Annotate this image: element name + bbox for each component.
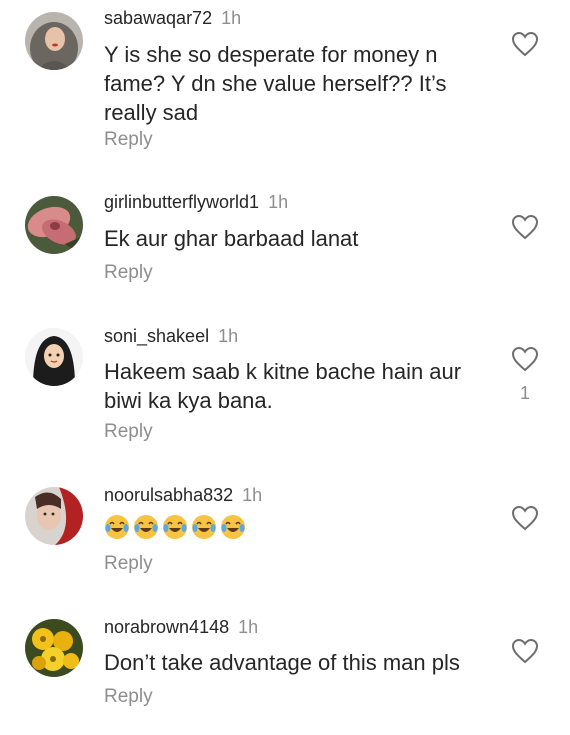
timestamp: 1h (242, 485, 263, 505)
user-avatar[interactable] (25, 328, 83, 386)
emoji-row (104, 514, 246, 540)
woman-hijab-avatar-icon (25, 12, 83, 70)
reply-button[interactable]: Reply (104, 553, 153, 575)
tears-of-joy-emoji-icon (133, 514, 159, 540)
heart-outline-icon[interactable] (511, 31, 539, 57)
user-avatar[interactable] (25, 196, 83, 254)
user-avatar[interactable] (25, 619, 83, 677)
reply-button[interactable]: Reply (104, 686, 153, 708)
timestamp: 1h (238, 617, 259, 637)
reply-button[interactable]: Reply (104, 129, 153, 151)
heart-outline-icon[interactable] (511, 214, 539, 240)
user-avatar[interactable] (25, 12, 83, 70)
comment-meta: sabawaqar72 1h (104, 8, 241, 29)
comment-meta: noorulsabha832 1h (104, 485, 262, 506)
comment-meta: girlinbutterflyworld1 1h (104, 192, 288, 213)
username[interactable]: noorulsabha832 (104, 485, 233, 505)
timestamp: 1h (221, 8, 242, 28)
username[interactable]: sabawaqar72 (104, 8, 212, 28)
heart-outline-icon[interactable] (511, 505, 539, 531)
hijab-cartoon-avatar-icon (25, 328, 83, 386)
comment-text: Y is she so desperate for money n fame? … (104, 42, 447, 125)
flower-avatar-icon (25, 196, 83, 254)
timestamp: 1h (268, 192, 289, 212)
reply-button[interactable]: Reply (104, 421, 153, 443)
like-count[interactable]: 1 (518, 383, 532, 404)
comment-text: Hakeem saab k kitne bache hain aur biwi … (104, 359, 462, 413)
tears-of-joy-emoji-icon (191, 514, 217, 540)
username[interactable]: girlinbutterflyworld1 (104, 192, 259, 212)
woman-red-avatar-icon (25, 487, 83, 545)
comment-text: Ek aur ghar barbaad lanat (104, 226, 359, 251)
username[interactable]: soni_shakeel (104, 326, 209, 346)
comment-meta: norabrown4148 1h (104, 617, 258, 638)
timestamp: 1h (218, 326, 239, 346)
tears-of-joy-emoji-icon (104, 514, 130, 540)
comment-text: Don’t take advantage of this man pls (104, 650, 460, 675)
tears-of-joy-emoji-icon (220, 514, 246, 540)
username[interactable]: norabrown4148 (104, 617, 229, 637)
heart-outline-icon[interactable] (511, 638, 539, 664)
user-avatar[interactable] (25, 487, 83, 545)
yellow-flowers-avatar-icon (25, 619, 83, 677)
reply-button[interactable]: Reply (104, 262, 153, 284)
comment-meta: soni_shakeel 1h (104, 326, 238, 347)
heart-outline-icon[interactable] (511, 346, 539, 372)
tears-of-joy-emoji-icon (162, 514, 188, 540)
